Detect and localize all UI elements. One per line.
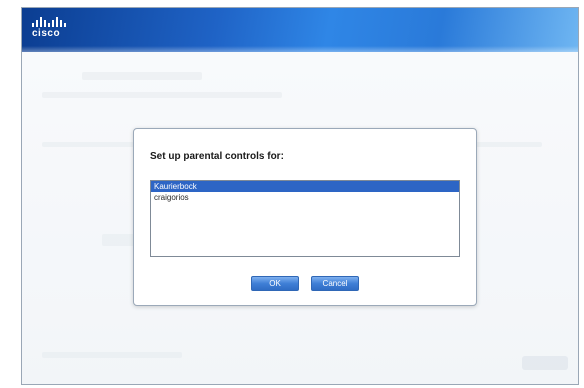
parental-controls-dialog: Set up parental controls for: Kaurierboc… — [133, 128, 477, 306]
dialog-title: Set up parental controls for: — [150, 151, 284, 162]
list-item[interactable]: Kaurierbock — [151, 181, 459, 192]
dialog-buttons: OK Cancel — [134, 276, 476, 291]
cisco-bars-icon — [32, 17, 72, 27]
list-item[interactable]: craigorios — [151, 192, 459, 203]
cisco-logo: cisco — [32, 17, 72, 39]
logo-text: cisco — [32, 28, 61, 39]
accounts-listbox[interactable]: Kaurierbock craigorios — [150, 180, 460, 257]
header-banner: cisco — [22, 8, 578, 52]
ok-button[interactable]: OK — [251, 276, 299, 291]
cancel-button[interactable]: Cancel — [311, 276, 359, 291]
